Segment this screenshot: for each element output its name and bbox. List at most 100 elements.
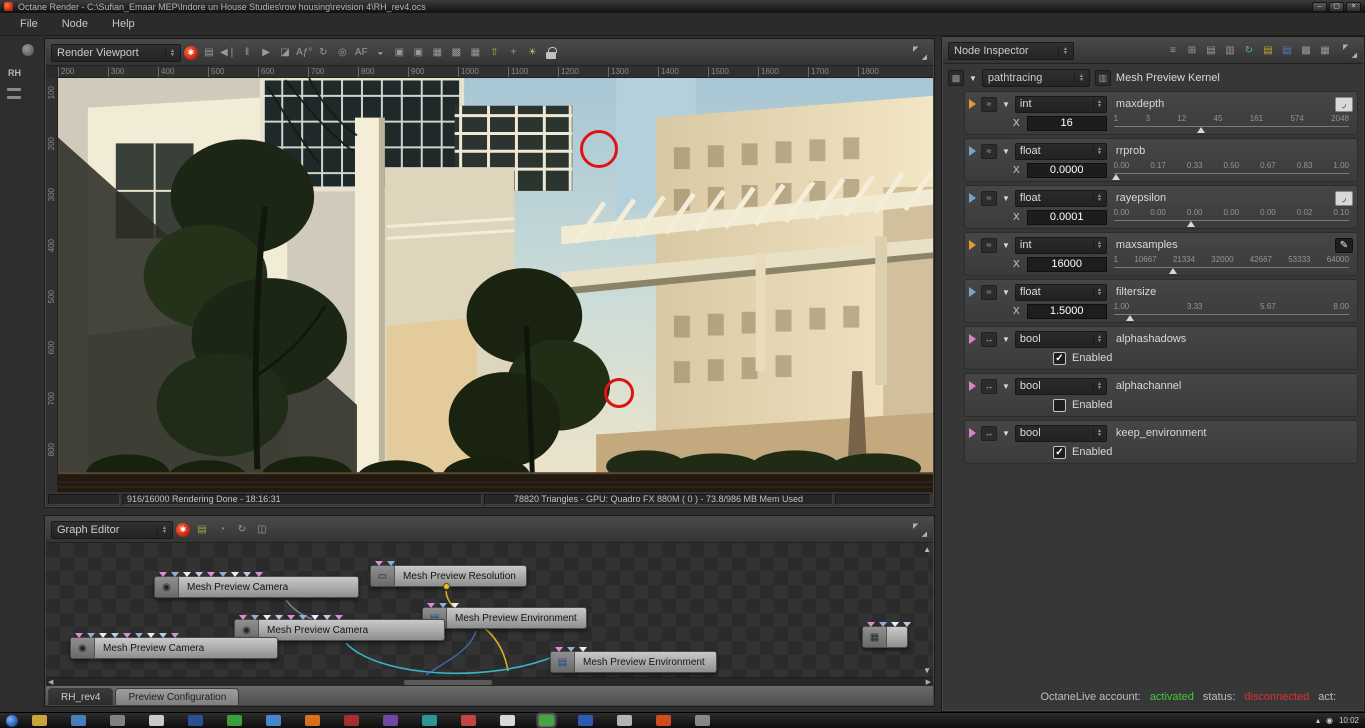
taskbar-app-icon[interactable] xyxy=(656,715,671,726)
material-picker-icon[interactable]: ◔ xyxy=(214,522,230,538)
node-pin-icon[interactable] xyxy=(439,603,447,608)
scroll-up-icon[interactable]: ▲ xyxy=(923,545,931,554)
graph-editor-selector[interactable]: Graph Editor ▲ ▼ xyxy=(51,520,173,539)
split-panels-icon[interactable]: ⊞ xyxy=(1184,43,1200,59)
node-pin-icon[interactable] xyxy=(969,287,976,297)
octane-logo-icon[interactable]: ✱ xyxy=(176,522,190,537)
node-pin-icon[interactable] xyxy=(275,615,283,620)
node-pin-icon[interactable] xyxy=(879,622,887,627)
param-type-select[interactable]: float ▲ ▼ xyxy=(1014,283,1107,301)
start-button[interactable] xyxy=(6,714,18,727)
node-output-pin[interactable] xyxy=(443,583,450,590)
param-slider[interactable]: 1 3 12 45 161 574 2048 xyxy=(1113,114,1349,133)
node-pin-icon[interactable] xyxy=(969,428,976,438)
minimize-button[interactable]: – xyxy=(1312,1,1327,12)
fill-bucket-icon[interactable]: ◒ xyxy=(372,45,388,61)
node-pin-icon[interactable] xyxy=(335,615,343,620)
save-all-icon[interactable]: ▥ xyxy=(1222,43,1238,59)
octane-logo-icon[interactable]: ✱ xyxy=(184,45,198,60)
white-balance-icon[interactable]: ↻ xyxy=(315,45,331,61)
node-inspector-selector[interactable]: Node Inspector ▲ ▼ xyxy=(948,41,1074,60)
param-slider[interactable]: 1 10667 21334 32000 42667 53333 64000 xyxy=(1113,255,1349,274)
graph-node[interactable]: ◉ Mesh Preview Camera xyxy=(154,572,359,598)
curve-button[interactable]: ◞ xyxy=(1335,190,1353,206)
export-node-icon[interactable]: ▤ xyxy=(1260,43,1276,59)
node-pin-icon[interactable] xyxy=(231,572,239,577)
aperture-icon[interactable]: ◎ xyxy=(334,45,350,61)
node-pin-icon[interactable] xyxy=(195,572,203,577)
node-pin-icon[interactable] xyxy=(323,615,331,620)
menu-item-node[interactable]: Node xyxy=(50,13,100,35)
node-pin-icon[interactable] xyxy=(147,633,155,638)
node-pin-icon[interactable] xyxy=(239,615,247,620)
slider-marker[interactable] xyxy=(1187,221,1196,227)
node-pin-icon[interactable] xyxy=(171,572,179,577)
param-kind-icon[interactable]: ≈ xyxy=(981,284,997,300)
taskbar-app-icon[interactable] xyxy=(32,715,47,726)
library-icon[interactable]: ▤ xyxy=(1279,43,1295,59)
node-pin-icon[interactable] xyxy=(219,572,227,577)
history-icon[interactable]: ↻ xyxy=(1241,43,1257,59)
node-graph-canvas[interactable]: ▲ ▼ ◉ Mesh Preview Camera ▭ Mesh Preview Re… xyxy=(46,543,933,677)
save-macro-icon[interactable]: ▤ xyxy=(194,522,210,538)
close-button[interactable]: × xyxy=(1346,1,1361,12)
node-pin-icon[interactable] xyxy=(159,633,167,638)
param-type-select[interactable]: bool ▲ ▼ xyxy=(1014,424,1107,442)
param-value-input[interactable] xyxy=(1026,256,1107,272)
subsample-grid-icon[interactable]: ▦ xyxy=(467,45,483,61)
collapse-triangle-icon[interactable]: ▼ xyxy=(1002,288,1010,297)
node-pin-icon[interactable] xyxy=(969,193,976,203)
param-value-input[interactable] xyxy=(1026,162,1107,178)
render-image[interactable] xyxy=(58,78,933,492)
fullscreen-icon[interactable] xyxy=(912,45,928,61)
node-pin-icon[interactable] xyxy=(969,146,976,156)
node-pin-icon[interactable] xyxy=(969,334,976,344)
copy-pass-b-icon[interactable]: ▣ xyxy=(410,45,426,61)
taskbar-clock[interactable]: 10:02 xyxy=(1339,716,1359,725)
taskbar-app-icon[interactable] xyxy=(110,715,125,726)
param-value-input[interactable] xyxy=(1026,209,1107,225)
collapse-triangle-icon[interactable]: ▼ xyxy=(1002,100,1010,109)
param-kind-icon[interactable]: ↔ xyxy=(981,331,997,347)
graph-node[interactable]: ▤ Mesh Preview Environment xyxy=(550,647,717,673)
node-pin-icon[interactable] xyxy=(87,633,95,638)
slider-marker[interactable] xyxy=(1168,268,1177,274)
dock-list-icon[interactable] xyxy=(7,96,21,99)
refresh-graph-icon[interactable]: ↻ xyxy=(234,522,250,538)
dock-list-icon[interactable] xyxy=(7,88,21,91)
param-checkbox[interactable]: ✓ xyxy=(1053,351,1066,365)
pen-button[interactable]: ✎ xyxy=(1335,237,1353,253)
taskbar-app-icon[interactable] xyxy=(695,715,710,726)
collapse-triangle-icon[interactable]: ▼ xyxy=(1002,147,1010,156)
taskbar-app-icon[interactable] xyxy=(617,715,632,726)
checker-overlay-icon[interactable]: ▩ xyxy=(448,45,464,61)
node-pin-icon[interactable] xyxy=(427,603,435,608)
list-view-icon[interactable]: ≡ xyxy=(1165,43,1181,59)
param-kind-icon[interactable]: ≈ xyxy=(981,237,997,253)
taskbar-app-icon[interactable] xyxy=(149,715,164,726)
param-type-select[interactable]: bool ▲ ▼ xyxy=(1014,377,1107,395)
slider-marker[interactable] xyxy=(1126,315,1135,321)
param-value-input[interactable] xyxy=(1026,115,1107,131)
node-pin-icon[interactable] xyxy=(969,99,976,109)
taskbar-app-icon[interactable] xyxy=(383,715,398,726)
graph-tab-rh-rev4[interactable]: RH_rev4 xyxy=(48,688,114,705)
node-thumbnail-icon[interactable]: ▩ xyxy=(948,70,964,86)
taskbar-app-icon[interactable] xyxy=(227,715,242,726)
node-pin-icon[interactable] xyxy=(375,561,383,566)
param-type-select[interactable]: float ▲ ▼ xyxy=(1014,189,1107,207)
node-pin-icon[interactable] xyxy=(287,615,295,620)
menu-item-file[interactable]: File xyxy=(8,13,50,35)
collapse-triangle-icon[interactable]: ▼ xyxy=(1002,241,1010,250)
node-pin-icon[interactable] xyxy=(867,622,875,627)
param-kind-icon[interactable]: ≈ xyxy=(981,96,997,112)
node-pin-icon[interactable] xyxy=(969,240,976,250)
region-render-icon[interactable]: ▦ xyxy=(429,45,445,61)
node-pin-icon[interactable] xyxy=(387,561,395,566)
node-pin-icon[interactable] xyxy=(263,615,271,620)
node-pin-icon[interactable] xyxy=(555,647,563,652)
fullscreen-icon[interactable] xyxy=(912,522,928,538)
param-checkbox[interactable] xyxy=(1053,398,1066,412)
param-kind-icon[interactable]: ↔ xyxy=(981,378,997,394)
auto-focus-icon[interactable]: Aƒ° xyxy=(296,45,312,61)
